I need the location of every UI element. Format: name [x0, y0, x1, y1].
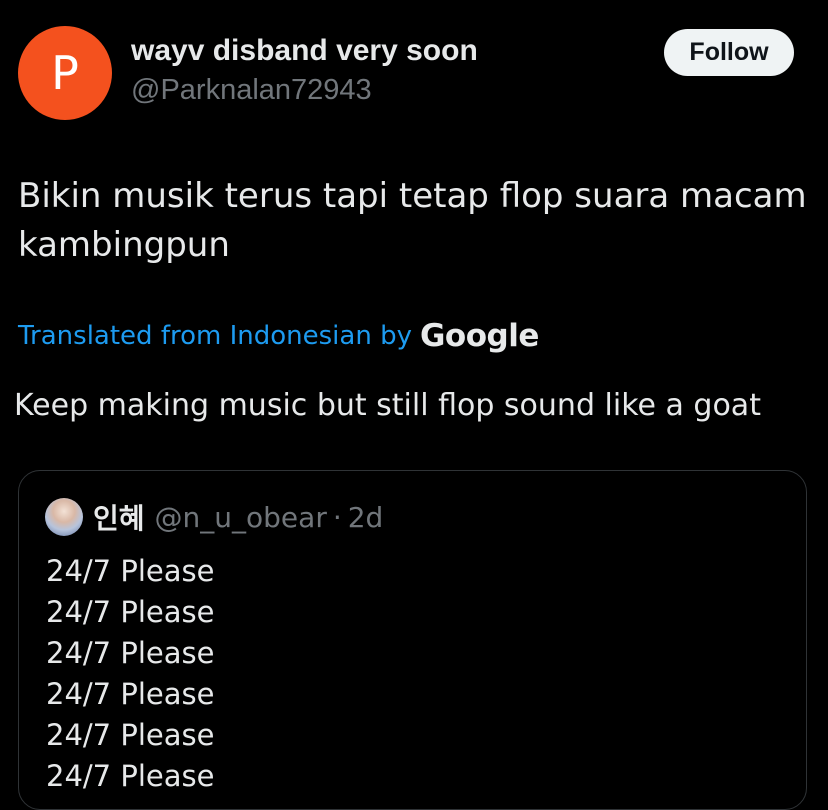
quoted-post-line: 24/7 Please — [46, 554, 215, 588]
translation-attribution: Translated from Indonesian by Google — [18, 318, 539, 354]
quoted-post-timestamp[interactable]: 2d — [348, 501, 384, 534]
quoted-author-name[interactable]: 인혜 — [93, 497, 145, 537]
quoted-post-line: 24/7 Please — [46, 636, 215, 670]
author-display-name[interactable]: wayv disband very soon — [131, 34, 478, 68]
author-avatar[interactable]: P — [18, 26, 112, 120]
quoted-author-avatar[interactable] — [45, 498, 83, 536]
post-text: Bikin musik terus tapi tetap flop suara … — [18, 176, 807, 265]
quoted-post-text: 24/7 Please 24/7 Please 24/7 Please 24/7… — [46, 551, 214, 797]
quoted-post-line: 24/7 Please — [46, 718, 215, 752]
meta-separator: · — [332, 500, 342, 534]
quoted-post-line: 24/7 Please — [46, 595, 215, 629]
quoted-post-card[interactable]: 인혜 @n_u_obear · 2d 24/7 Please 24/7 Plea… — [18, 470, 807, 810]
translated-post-text: Keep making music but still flop sound l… — [14, 388, 761, 423]
quoted-author-handle[interactable]: @n_u_obear — [155, 501, 327, 534]
quoted-post-line: 24/7 Please — [46, 759, 215, 793]
translation-link[interactable]: Translated from Indonesian by — [18, 321, 412, 351]
author-handle[interactable]: @Parknalan72943 — [131, 74, 372, 107]
quoted-post-line: 24/7 Please — [46, 677, 215, 711]
quoted-post-header: 인혜 @n_u_obear · 2d — [45, 497, 383, 537]
google-logo: Google — [419, 318, 539, 354]
follow-button[interactable]: Follow — [664, 29, 794, 76]
